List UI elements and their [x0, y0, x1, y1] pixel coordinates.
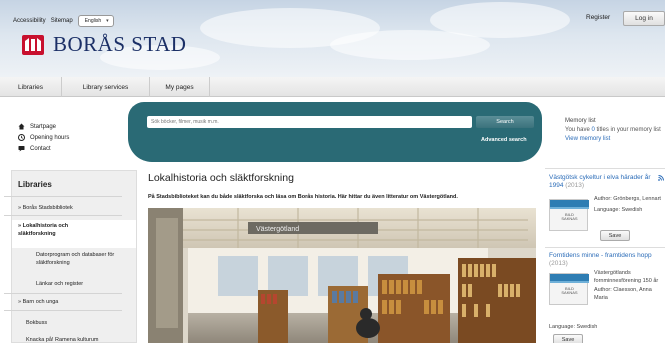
contact-link[interactable]: Contact [18, 143, 69, 154]
book-language: Language: Swedish [594, 207, 643, 213]
memory-list-title: Memory list [565, 118, 596, 124]
book-cover-2[interactable]: BILD SAKNAS [549, 273, 589, 305]
clock-icon [18, 134, 25, 141]
site-name: BORÅS STAD [53, 32, 187, 56]
book-meta-2: Västergötlands fornminnesförening 150 år… [594, 269, 665, 302]
accessibility-link[interactable]: Accessibility [13, 18, 46, 24]
sidebar-title: Libraries [18, 180, 52, 189]
advanced-search-link[interactable]: Advanced search [481, 137, 527, 143]
view-memory-list-link[interactable]: View memory list [565, 135, 665, 144]
save-button-1[interactable]: Save [600, 230, 630, 241]
search-panel [128, 102, 542, 162]
top-links: Accessibility Sitemap English ▾ [13, 15, 114, 27]
book-subtitle: Västergötlands fornminnesförening 150 år [594, 270, 659, 284]
library-photo: Västergötland [148, 208, 536, 343]
nav-my-pages[interactable]: My pages [150, 77, 210, 97]
hero-sign: Västergötland [256, 226, 299, 233]
sidebar-item-lankar[interactable]: Länkar och register [36, 281, 132, 287]
sidebar-item-label: Borås Stadsbibliotek [22, 205, 73, 211]
search-input[interactable] [147, 116, 472, 128]
sidebar-item-label: Barn och unga [22, 299, 59, 305]
nav-library-services[interactable]: Library services [62, 77, 150, 97]
site-logo[interactable]: BORÅS STAD [22, 32, 186, 57]
nav-libraries[interactable]: Libraries [0, 77, 62, 97]
memory-count[interactable]: 0 [591, 127, 594, 133]
language-select[interactable]: English ▾ [77, 15, 114, 27]
site-header: Accessibility Sitemap English ▾ BORÅS ST… [0, 0, 665, 77]
opening-hours-link[interactable]: Opening hours [18, 132, 69, 143]
main-nav: Libraries Library services My pages [0, 77, 665, 97]
book-author: Author: Grönbergs, Lennart [594, 196, 661, 202]
register-link[interactable]: Register [586, 14, 610, 21]
city-emblem-icon [22, 34, 44, 55]
opening-hours-label: Opening hours [30, 134, 70, 141]
book-language-2: Language: Swedish [549, 324, 598, 330]
contact-label: Contact [30, 145, 51, 152]
divider [4, 196, 122, 197]
memory-list-box: Memory list You have 0 titles in your me… [565, 117, 665, 144]
divider [4, 293, 122, 294]
book-meta-1: Author: Grönbergs, Lennart Language: Swe… [594, 195, 665, 214]
language-value: English [84, 18, 102, 24]
rss-icon[interactable] [658, 175, 664, 183]
sidebar-item-bokbuss[interactable]: Bokbuss [26, 320, 126, 326]
book-cover-1[interactable]: BILD SAKNAS [549, 199, 589, 231]
startpage-link[interactable]: Startpage [18, 121, 69, 132]
intro-text: På Stadsbiblioteket kan du både släktfor… [148, 194, 458, 200]
cover-label: BILD SAKNAS [561, 212, 578, 221]
sidebar-item-datorprogram[interactable]: Datorprogram och databaser för släktfors… [36, 252, 132, 267]
sidebar-item-lokalhistoria-label: » Lokalhistoria och släktforskning [18, 223, 69, 237]
chevron-down-icon: ▾ [106, 18, 109, 24]
login-button[interactable]: Log in [623, 11, 665, 26]
sidebar-item-knacka-pa[interactable]: Knacka på! Ramena kulturum [26, 337, 136, 343]
sitemap-link[interactable]: Sitemap [51, 18, 73, 24]
divider [4, 215, 122, 216]
sidebar-item-boras-stadsbibliotek[interactable]: » Borås Stadsbibliotek [18, 205, 134, 211]
quick-links: Startpage Opening hours Contact [18, 121, 69, 154]
page-title: Lokalhistoria och släktforskning [148, 172, 294, 184]
divider [545, 247, 665, 248]
save-button-2[interactable]: Save [553, 334, 583, 343]
book-title-1[interactable]: Västgötsk cykeltur i elva härader år 199… [549, 174, 655, 190]
sidebar-item-barn-och-unga[interactable]: » Barn och unga [18, 299, 134, 305]
startpage-label: Startpage [30, 123, 57, 130]
book-title-2[interactable]: Forntidens minne - framtidens hopp (2013… [549, 252, 665, 268]
memory-list-summary: You have 0 titles in your memory list [565, 127, 661, 133]
search-button[interactable]: Search [476, 116, 534, 128]
contact-icon [18, 145, 25, 152]
book-author: Author: Claesson, Anna Maria [594, 287, 652, 301]
cover-label: BILD SAKNAS [561, 286, 578, 295]
home-icon [18, 123, 25, 130]
divider [4, 310, 122, 311]
divider [545, 168, 665, 169]
